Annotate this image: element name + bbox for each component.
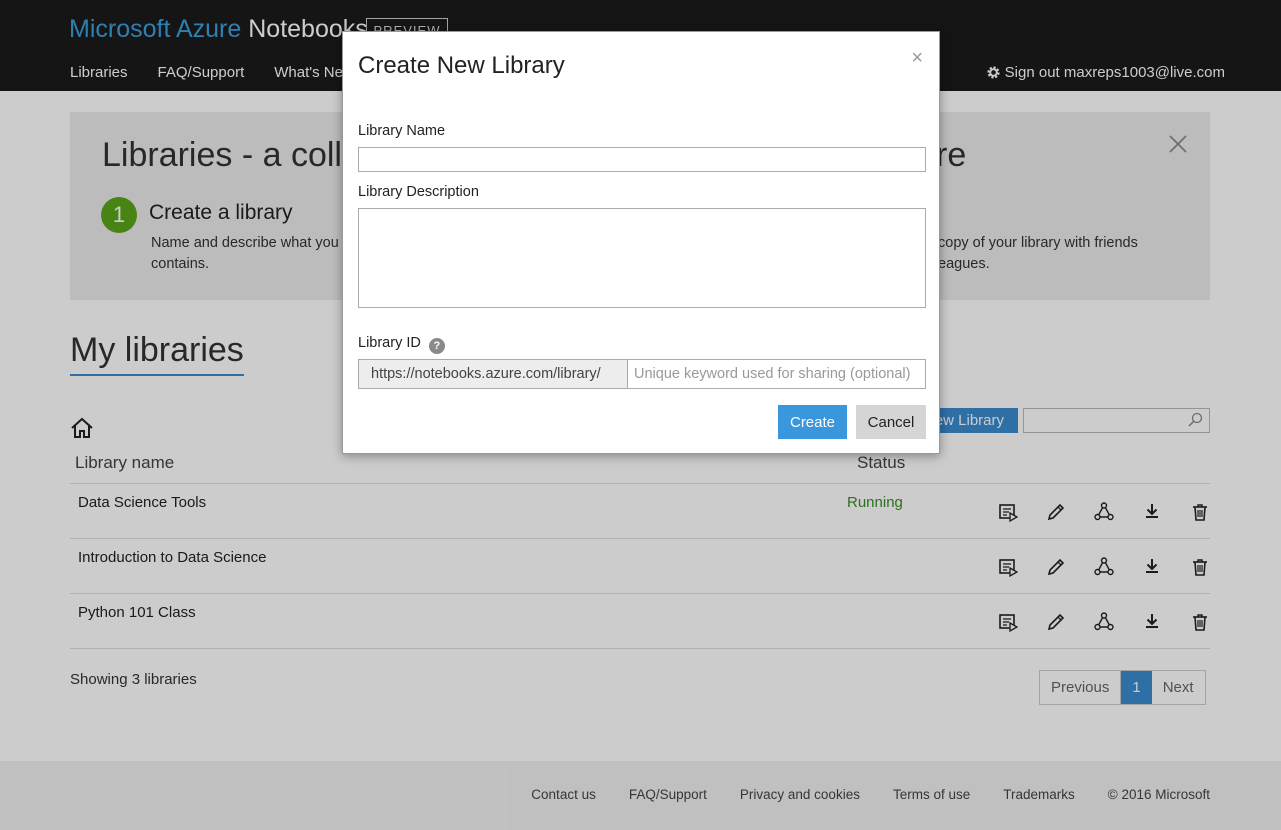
library-id-field[interactable] [628,360,925,388]
create-button[interactable]: Create [778,405,847,439]
library-description-label: Library Description [358,184,479,200]
cancel-button[interactable]: Cancel [856,405,926,439]
library-id-input-group: https://notebooks.azure.com/library/ [358,359,926,389]
library-description-field[interactable] [358,208,926,308]
dialog-title: Create New Library [358,52,565,79]
library-id-url-prefix: https://notebooks.azure.com/library/ [359,360,628,388]
library-id-label: Library ID [358,335,421,351]
close-icon[interactable]: × [911,48,923,68]
help-icon[interactable]: ? [428,338,445,354]
library-name-field[interactable] [358,147,926,172]
library-name-label: Library Name [358,123,446,139]
create-library-dialog: Create New Library × Library Name Librar… [342,31,940,454]
library-id-label-row: Library ID? [358,335,445,354]
